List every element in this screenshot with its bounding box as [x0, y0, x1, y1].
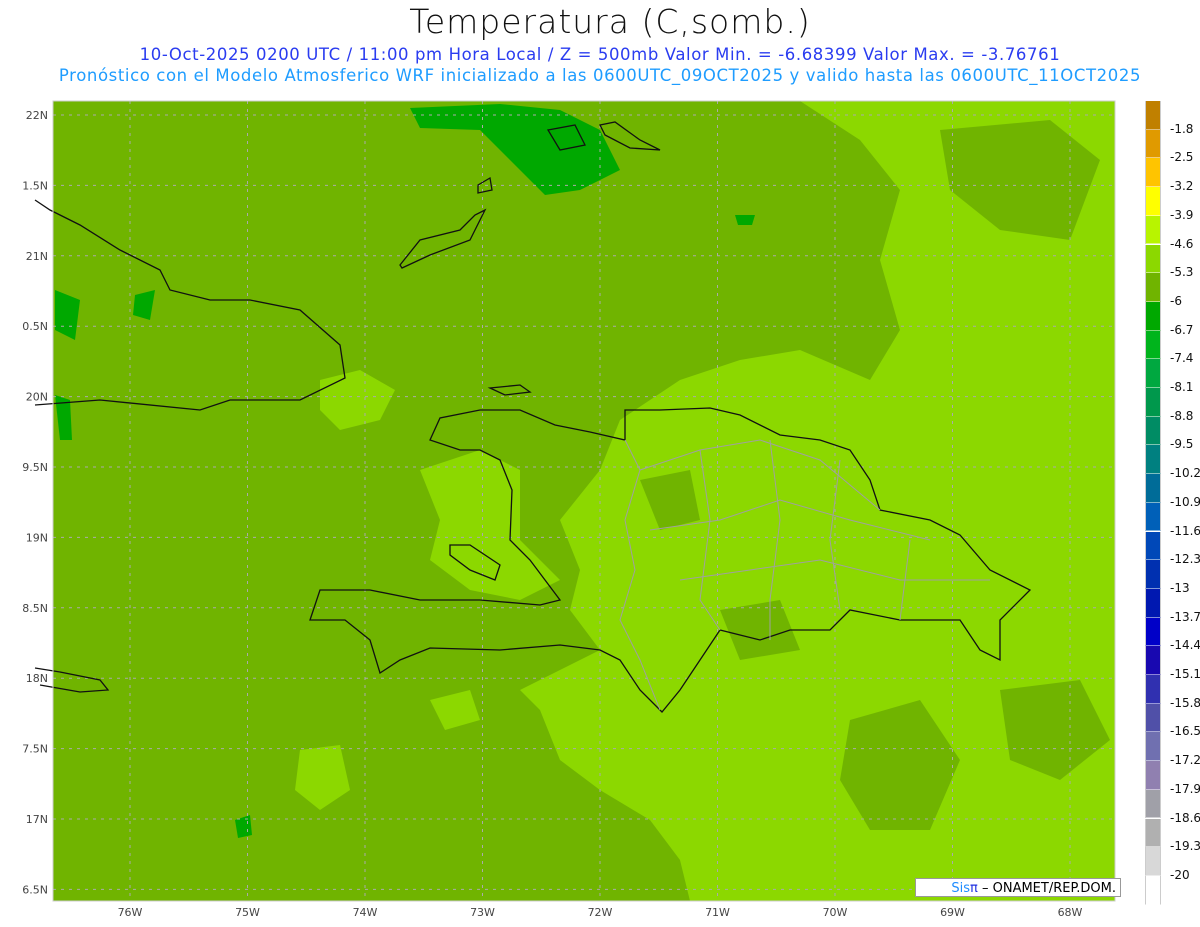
colorbar-label: -17.9: [1170, 781, 1200, 796]
pi-logo: π: [970, 881, 978, 896]
colorbar-label: -3.9: [1170, 207, 1194, 222]
colorbar-swatch: [1145, 818, 1161, 848]
lon-label: 69W: [940, 906, 965, 919]
colorbar-swatch: [1145, 445, 1161, 475]
colorbar-label: -12.3: [1170, 552, 1200, 567]
colorbar-label: -9.5: [1170, 437, 1194, 452]
colorbar-swatch: [1145, 588, 1161, 618]
lon-label: 71W: [705, 906, 730, 919]
colorbar-label: -10.2: [1170, 466, 1200, 481]
colorbar-swatch: [1145, 617, 1161, 647]
colorbar-swatch: [1145, 301, 1161, 331]
model-info-line: Pronóstico con el Modelo Atmosferico WRF…: [58, 66, 1142, 85]
colorbar-label: -7.4: [1170, 351, 1194, 366]
colorbar-label: -13.7: [1170, 609, 1200, 624]
colorbar-label: -8.8: [1170, 408, 1194, 423]
colorbar-swatch: [1145, 359, 1161, 388]
credit-badge: Sisπ – ONAMET/REP.DOM.: [915, 878, 1121, 897]
lat-label: 8.5N: [22, 602, 48, 615]
colorbar-swatch: [1145, 761, 1161, 790]
lon-label: 75W: [235, 906, 260, 919]
lat-label: 20N: [26, 391, 48, 404]
colorbar-label: -16.5: [1170, 724, 1200, 739]
lat-label: 1.5N: [22, 179, 48, 192]
colorbar-swatch: [1145, 273, 1161, 302]
lon-label: 68W: [1058, 906, 1083, 919]
colorbar-label: -13: [1170, 580, 1190, 595]
colorbar-swatch: [1145, 244, 1161, 274]
lat-label: 6.5N: [22, 883, 48, 896]
colorbar-swatch: [1145, 474, 1161, 503]
colorbar-label: -10.9: [1170, 494, 1200, 509]
colorbar-swatch: [1145, 158, 1161, 188]
lat-label: 19N: [26, 531, 48, 544]
colorbar-swatch: [1145, 847, 1161, 876]
colorbar-swatch: [1145, 703, 1161, 733]
colorbar-label: -17.2: [1170, 753, 1200, 768]
credit-text: – ONAMET/REP.DOM.: [977, 881, 1116, 896]
colorbar-swatch: [1145, 646, 1161, 675]
lon-label: 73W: [470, 906, 495, 919]
colorbar-swatch: [1145, 675, 1161, 704]
colorbar-label: -19.3: [1170, 839, 1200, 854]
lon-label: 70W: [823, 906, 848, 919]
colorbar-label: -15.8: [1170, 695, 1200, 710]
valid-time-line: 10-Oct-2025 0200 UTC / 11:00 pm Hora Loc…: [139, 45, 1061, 64]
colorbar-label: -18.6: [1170, 810, 1200, 825]
chart-title: Temperatura (C,somb.): [409, 2, 811, 41]
colorbar-swatch: [1145, 560, 1161, 589]
lat-label: 17N: [26, 813, 48, 826]
lat-label: 22N: [26, 109, 48, 122]
colorbar-label: -2.5: [1170, 150, 1194, 165]
colorbar-label: -3.2: [1170, 179, 1194, 194]
colorbar-swatch: [1145, 875, 1161, 905]
colorbar-label: -15.1: [1170, 667, 1200, 681]
lat-label: 18N: [26, 672, 48, 685]
colorbar-label: -8.1: [1170, 380, 1194, 394]
colorbar-swatch: [1145, 388, 1161, 417]
temperature-map: 22N 1.5N 21N 0.5N 20N 9.5N 19N 8.5N 18N 7.5N 17N 6.…: [22, 100, 1116, 919]
colorbar-swatch: [1145, 416, 1161, 446]
colorbar-swatch: [1145, 330, 1161, 360]
lon-label: 76W: [118, 906, 143, 919]
lat-label: 9.5N: [22, 461, 48, 474]
colorbar-label: -11.6: [1170, 523, 1200, 538]
lat-label: 21N: [26, 250, 48, 263]
colorbar-label: -5.3: [1170, 265, 1194, 280]
lat-label: 0.5N: [22, 320, 48, 333]
sis-logo-text: Sis: [951, 881, 971, 896]
lon-label: 74W: [353, 906, 378, 919]
colorbar-swatch: [1145, 531, 1161, 561]
colorbar-swatch: [1145, 215, 1161, 245]
colorbar-label: -6: [1170, 293, 1182, 308]
colorbar-swatch: [1145, 732, 1161, 762]
colorbar-swatch: [1145, 789, 1161, 819]
colorbar-swatch: [1145, 101, 1161, 130]
colorbar-swatch: [1145, 187, 1161, 216]
colorbar-label: -20: [1170, 867, 1190, 882]
colorbar-label: -4.6: [1170, 236, 1194, 251]
colorbar-label: -1.8: [1170, 121, 1194, 136]
lon-label: 72W: [588, 906, 613, 919]
colorbar-label: -6.7: [1170, 322, 1194, 337]
colorbar-swatch: [1145, 502, 1161, 532]
colorbar-label: -14.4: [1170, 638, 1200, 653]
lat-label: 7.5N: [22, 743, 48, 756]
colorbar-swatch: [1145, 129, 1161, 159]
